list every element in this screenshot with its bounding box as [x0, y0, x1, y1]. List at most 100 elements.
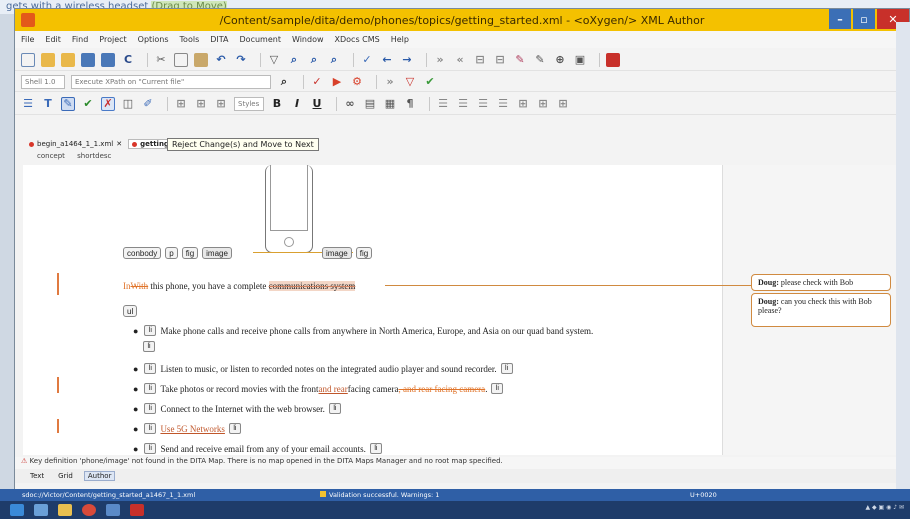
xpath-input[interactable]: Execute XPath on "Current file" — [71, 74, 271, 89]
toolbar-icon[interactable]: ¶ — [403, 97, 417, 111]
toolbar-icon[interactable]: » — [433, 53, 447, 67]
redo-icon[interactable]: ↷ — [234, 53, 248, 67]
toolbar-icon[interactable]: T — [41, 97, 55, 111]
menu-find[interactable]: Find — [72, 35, 88, 44]
open-folder-icon[interactable] — [41, 52, 55, 67]
image-icon[interactable]: ▤ — [363, 97, 377, 111]
open-url-icon[interactable] — [61, 52, 75, 67]
tab-author-mode[interactable]: Author — [83, 471, 116, 481]
menu-project[interactable]: Project — [99, 35, 126, 44]
find-files-icon[interactable]: ⌕ — [307, 53, 321, 67]
forward-icon[interactable]: → — [400, 53, 414, 67]
tag-conbody[interactable]: conbody — [123, 247, 162, 259]
menu-dita[interactable]: DITA — [210, 35, 228, 44]
taskbar-app-icon[interactable] — [106, 504, 120, 516]
menu-help[interactable]: Help — [391, 35, 409, 44]
chrome-icon[interactable] — [82, 504, 96, 516]
breadcrumb-item[interactable]: shortdesc — [77, 152, 111, 160]
toolbar-icon[interactable]: ▽ — [403, 75, 417, 89]
toolbar-icon[interactable]: ▣ — [573, 53, 587, 67]
menu-tools[interactable]: Tools — [180, 35, 200, 44]
comment-bubble[interactable]: Doug: please check with Bob — [751, 274, 891, 291]
modified-dot-icon — [132, 141, 138, 147]
author-editor[interactable]: conbody p fig image image fig InWith thi… — [23, 165, 723, 455]
bold-icon[interactable]: B — [270, 97, 284, 111]
folder-icon[interactable] — [58, 504, 72, 516]
breadcrumb-item[interactable]: concept — [37, 152, 65, 160]
oxygen-taskbar-icon[interactable] — [130, 504, 144, 516]
menu-file[interactable]: File — [21, 35, 34, 44]
link-icon[interactable]: ∞ — [343, 97, 357, 111]
toolbar-icon[interactable]: « — [453, 53, 467, 67]
stop-icon[interactable] — [606, 52, 620, 67]
accept-change-icon[interactable]: ✔ — [81, 97, 95, 111]
maximize-button[interactable]: ▫ — [853, 9, 875, 29]
tag-fig-end[interactable]: fig — [355, 247, 373, 259]
undo-icon[interactable]: ↶ — [214, 53, 228, 67]
tab-begin[interactable]: begin_a1464_1_1.xml ✕ — [29, 140, 122, 148]
minimize-button[interactable]: – — [829, 9, 851, 29]
comment-bubble[interactable]: Doug: can you check this with Bob please… — [751, 293, 891, 327]
toolbar-icon[interactable]: ☰ — [496, 97, 510, 111]
styles-select[interactable]: Styles — [234, 96, 264, 111]
toolbar-icon[interactable]: ⊞ — [174, 97, 188, 111]
new-file-icon[interactable] — [21, 52, 35, 67]
save-all-icon[interactable] — [101, 52, 115, 67]
link-5g-networks[interactable]: Use 5G Networks — [160, 424, 225, 434]
toolbar-icon[interactable]: ✎ — [513, 53, 527, 67]
search-icon[interactable]: ⌕ — [277, 75, 291, 89]
toolbar-icon[interactable]: ◫ — [121, 97, 135, 111]
find-icon[interactable]: ⌕ — [287, 53, 301, 67]
track-changes-icon[interactable]: ✎ — [61, 96, 75, 111]
toolbar-icon[interactable]: ✔ — [423, 75, 437, 89]
comment-icon[interactable]: ✐ — [141, 97, 155, 111]
taskbar-app-icon[interactable] — [34, 504, 48, 516]
menu-options[interactable]: Options — [138, 35, 169, 44]
copy-icon[interactable] — [174, 52, 188, 67]
toolbar-icon[interactable]: » — [383, 75, 397, 89]
underline-icon[interactable]: U — [310, 97, 324, 111]
transform-icon[interactable]: ▶ — [330, 75, 344, 89]
toolbar-icon[interactable]: ⊟ — [493, 53, 507, 67]
tag-fig[interactable]: fig — [181, 247, 199, 259]
toolbar-icon[interactable]: ⊞ — [556, 97, 570, 111]
cut-icon[interactable]: ✂ — [154, 53, 168, 67]
back-icon[interactable]: ← — [380, 53, 394, 67]
reject-change-icon[interactable]: ✗ — [101, 96, 115, 111]
tag-image[interactable]: image — [202, 247, 232, 259]
pin-icon[interactable]: ✓ — [360, 53, 374, 67]
italic-icon[interactable]: I — [290, 97, 304, 111]
save-icon[interactable] — [81, 52, 95, 67]
validate-icon[interactable]: ✓ — [310, 75, 324, 89]
tag-p[interactable]: p — [165, 247, 178, 259]
toolbar-icon[interactable]: ⊞ — [194, 97, 208, 111]
toolbar-icon[interactable]: ⊞ — [516, 97, 530, 111]
commented-text[interactable]: communications system — [268, 281, 356, 291]
toolbar-icon[interactable]: ⊞ — [214, 97, 228, 111]
tab-grid-mode[interactable]: Grid — [55, 472, 76, 480]
menu-document[interactable]: Document — [240, 35, 281, 44]
close-tab-icon[interactable]: ✕ — [116, 140, 122, 148]
tab-text-mode[interactable]: Text — [27, 472, 47, 480]
reload-icon[interactable]: C — [121, 53, 135, 67]
toolbar-icon[interactable]: ☰ — [21, 97, 35, 111]
menu-edit[interactable]: Edit — [45, 35, 61, 44]
shell-select[interactable]: Shell 1.0 — [21, 74, 65, 89]
toolbar-icon[interactable]: ☰ — [456, 97, 470, 111]
toolbar-icon[interactable]: ⊟ — [473, 53, 487, 67]
toolbar-icon[interactable]: ☰ — [476, 97, 490, 111]
debug-icon[interactable]: ⚙ — [350, 75, 364, 89]
table-icon[interactable]: ▦ — [383, 97, 397, 111]
toolbar-icon[interactable]: ⊞ — [536, 97, 550, 111]
start-icon[interactable] — [10, 504, 24, 516]
replace-icon[interactable]: ⌕ — [327, 53, 341, 67]
toolbar-icon[interactable]: ✎ — [533, 53, 547, 67]
toolbar-icon[interactable]: ⊕ — [553, 53, 567, 67]
menu-xdocs-cms[interactable]: XDocs CMS — [335, 35, 380, 44]
menu-window[interactable]: Window — [292, 35, 324, 44]
toolbar-icon[interactable]: ☰ — [436, 97, 450, 111]
filter-icon[interactable]: ▽ — [267, 53, 281, 67]
tag-ul[interactable]: ul — [123, 305, 138, 317]
paste-icon[interactable] — [194, 52, 208, 67]
tag-image-end[interactable]: image — [321, 247, 352, 259]
